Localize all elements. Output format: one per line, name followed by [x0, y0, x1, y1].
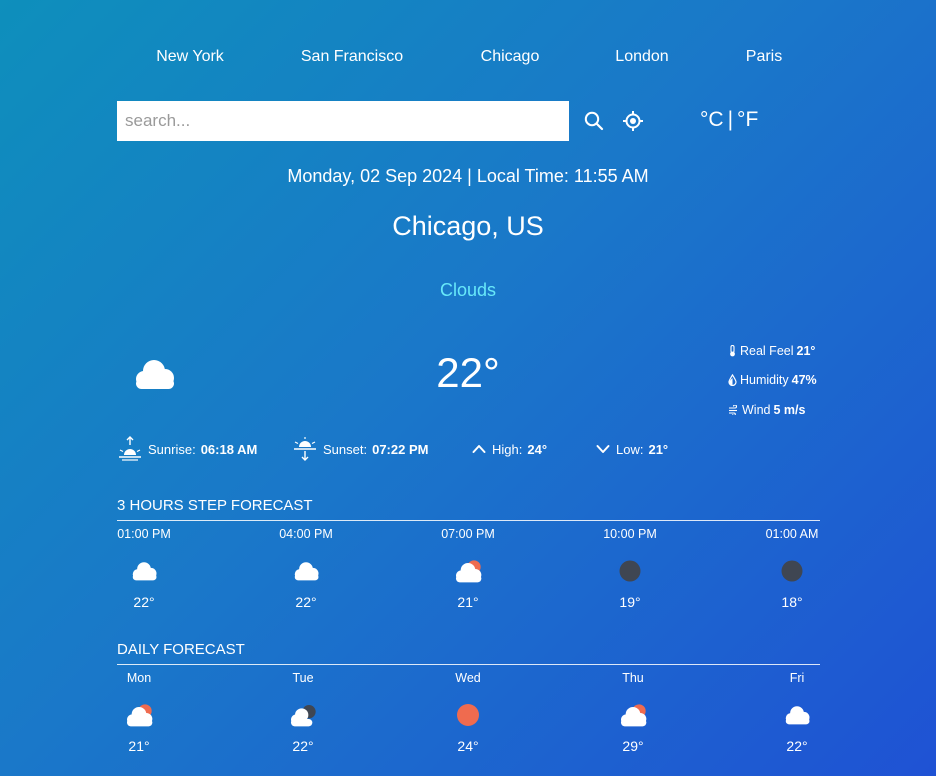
sunset-label: Sunset: [323, 441, 368, 457]
real-feel-label: Real Feel [740, 343, 794, 358]
hourly-item: 07:00 PM 21° [423, 526, 513, 610]
cloud-moon-icon [291, 705, 316, 727]
cloud-sun-icon [621, 704, 647, 727]
low-value: 21° [648, 441, 669, 457]
chevron-up-icon [472, 445, 486, 453]
location-icon[interactable] [622, 110, 644, 132]
daily-temp: 29° [622, 738, 644, 754]
sun-icon [457, 704, 479, 726]
daily-day: Wed [455, 671, 481, 685]
sunrise-value: 06:18 AM [200, 441, 258, 457]
thermometer-icon [730, 344, 735, 357]
hourly-item: 01:00 AM 18° [747, 526, 837, 610]
sunset-value: 07:22 PM [372, 441, 429, 457]
humidity-label: Humidity [740, 373, 789, 388]
hourly-temp: 22° [295, 594, 317, 610]
search-icon[interactable] [584, 111, 604, 131]
city-nav: New York San Francisco Chicago London Pa… [0, 48, 936, 70]
hourly-temp: 18° [781, 594, 803, 610]
daily-forecast-title: DAILY FORECAST [117, 641, 245, 658]
local-datetime: Monday, 02 Sep 2024 | Local Time: 11:55 … [287, 166, 649, 186]
daily-item: Wed 24° [423, 670, 513, 754]
cloud-icon [785, 706, 810, 725]
city-link-chicago[interactable]: Chicago [481, 48, 540, 66]
hourly-time: 01:00 PM [117, 527, 171, 541]
chevron-down-icon [596, 445, 610, 453]
celsius-button[interactable]: °C [700, 108, 724, 132]
hourly-temp: 22° [133, 594, 155, 610]
sunrise-item: Sunrise: 06:18 AM [117, 435, 257, 463]
night-moon-icon [619, 560, 641, 582]
cloud-icon [294, 562, 319, 581]
wind-label: Wind [742, 402, 771, 417]
high-item: High: 24° [471, 435, 547, 463]
humidity-row: Humidity 47% [728, 366, 817, 396]
daily-temp: 21° [128, 738, 150, 754]
daily-item: Mon 21° [94, 670, 184, 754]
high-value: 24° [527, 441, 548, 457]
daily-temp: 24° [457, 738, 479, 754]
daily-item: Thu 29° [588, 670, 678, 754]
real-feel-row: Real Feel 21° [728, 336, 817, 366]
humidity-value: 47% [791, 373, 817, 388]
cloud-sun-icon [127, 704, 153, 727]
city-link-london[interactable]: London [615, 48, 668, 66]
daily-day: Tue [292, 671, 314, 685]
cloud-icon [132, 562, 157, 581]
fahrenheit-button[interactable]: °F [737, 108, 758, 132]
high-label: High: [492, 441, 523, 457]
sunrise-label: Sunrise: [148, 441, 196, 457]
hourly-item: 04:00 PM 22° [261, 526, 351, 610]
hourly-temp: 19° [619, 594, 641, 610]
wind-row: Wind 5 m/s [728, 395, 817, 425]
humidity-drop-icon [728, 374, 737, 387]
daily-day: Mon [126, 671, 152, 685]
hourly-time: 01:00 AM [765, 527, 819, 541]
hourly-time: 10:00 PM [603, 527, 657, 541]
hourly-divider [117, 520, 820, 521]
wind-value: 5 m/s [773, 402, 806, 417]
city-link-paris[interactable]: Paris [746, 48, 782, 66]
daily-temp: 22° [786, 738, 808, 754]
cloud-sun-icon [456, 560, 482, 583]
daily-day: Fri [789, 671, 805, 685]
hourly-item: 01:00 PM 22° [99, 526, 189, 610]
search-input[interactable] [117, 101, 569, 141]
hourly-temp: 21° [457, 594, 479, 610]
city-link-san-francisco[interactable]: San Francisco [301, 48, 403, 66]
low-item: Low: 21° [595, 435, 668, 463]
sunrise-icon [119, 436, 141, 461]
daily-item: Fri 22° [752, 670, 842, 754]
hourly-item: 10:00 PM 19° [585, 526, 675, 610]
night-moon-icon [781, 560, 803, 582]
hourly-time: 07:00 PM [441, 527, 495, 541]
daily-day: Thu [622, 671, 644, 685]
city-link-new-york[interactable]: New York [156, 48, 224, 66]
real-feel-value: 21° [796, 343, 816, 358]
weather-condition: Clouds [439, 280, 497, 300]
wind-icon [729, 404, 738, 415]
sunset-icon [294, 437, 316, 461]
unit-toggle: °C | °F [700, 108, 758, 132]
sunset-item: Sunset: 07:22 PM [292, 435, 428, 463]
daily-temp: 22° [292, 738, 314, 754]
unit-separator: | [727, 108, 734, 131]
hourly-forecast-title: 3 HOURS STEP FORECAST [117, 497, 313, 514]
daily-divider [117, 664, 820, 665]
hourly-time: 04:00 PM [279, 527, 333, 541]
location-title: Chicago, US [392, 211, 544, 241]
low-label: Low: [616, 441, 644, 457]
daily-item: Tue 22° [258, 670, 348, 754]
weather-details: Real Feel 21° Humidity 47% Wind 5 m/s [728, 336, 817, 425]
